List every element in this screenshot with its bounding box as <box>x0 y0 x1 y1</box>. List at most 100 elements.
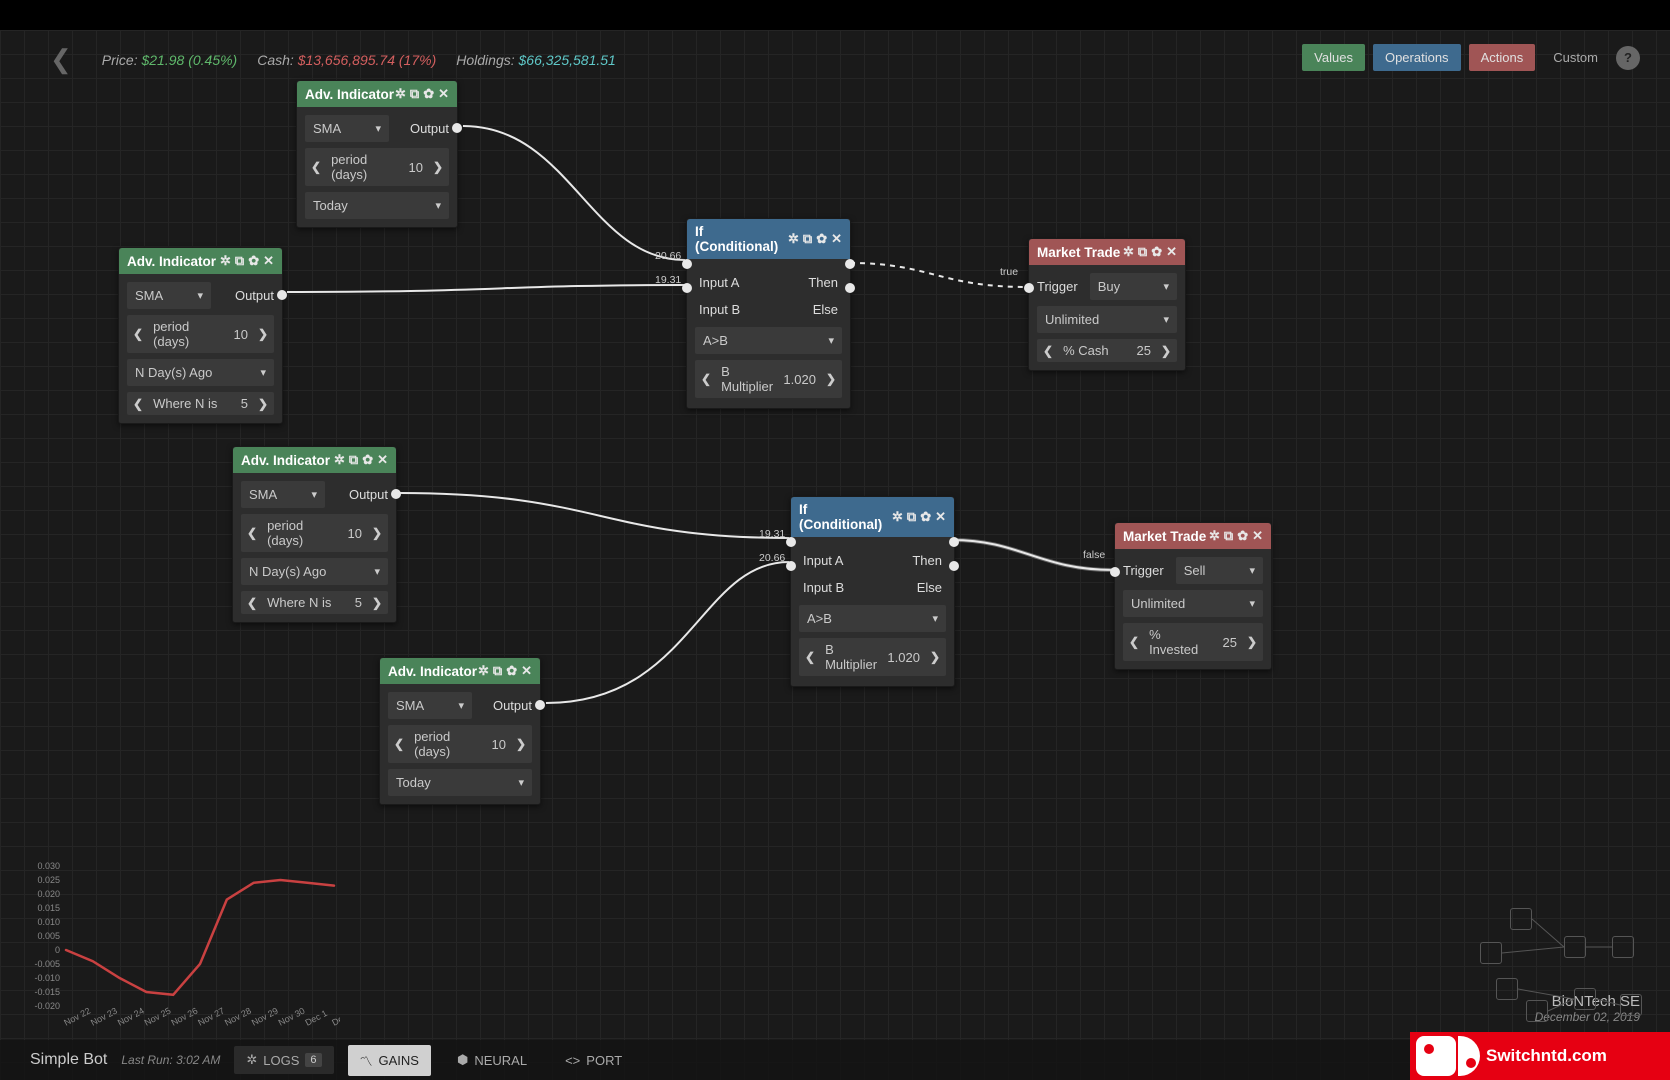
custom-button[interactable]: Custom <box>1543 44 1608 71</box>
close-icon[interactable]: ✕ <box>831 231 842 247</box>
copy-icon[interactable]: ⧉ <box>803 231 812 247</box>
input-b-port[interactable] <box>786 561 796 571</box>
bug-icon[interactable]: ✲ <box>334 452 345 468</box>
output-port[interactable] <box>277 290 287 300</box>
chevron-left-icon[interactable]: ❮ <box>247 526 257 540</box>
node-header[interactable]: Market Trade ✲ ⧉ ✿ ✕ <box>1029 239 1185 265</box>
node-adv-indicator-2[interactable]: Adv. Indicator ✲ ⧉ ✿ ✕ SMA ▾ Output ❮ pe… <box>118 247 283 424</box>
node-market-trade-buy[interactable]: Market Trade ✲ ⧉ ✿ ✕ Trigger Buy ▾ Unlim… <box>1028 238 1186 371</box>
back-chevron-icon[interactable]: ❮ <box>50 44 72 75</box>
chevron-right-icon[interactable]: ❯ <box>372 596 382 610</box>
copy-icon[interactable]: ⧉ <box>1138 244 1147 260</box>
chevron-left-icon[interactable]: ❮ <box>805 650 815 664</box>
gear-icon[interactable]: ✿ <box>1237 528 1248 544</box>
gear-icon[interactable]: ✿ <box>362 452 373 468</box>
side-select[interactable]: Sell ▾ <box>1176 557 1263 584</box>
close-icon[interactable]: ✕ <box>1252 528 1263 544</box>
node-adv-indicator-3[interactable]: Adv. Indicator ✲ ⧉ ✿ ✕ SMA ▾ Output ❮ pe… <box>232 446 397 623</box>
chevron-left-icon[interactable]: ❮ <box>247 596 257 610</box>
chevron-left-icon[interactable]: ❮ <box>133 397 143 411</box>
else-port[interactable] <box>949 561 959 571</box>
node-header[interactable]: If (Conditional) ✲ ⧉ ✿ ✕ <box>687 219 850 259</box>
close-icon[interactable]: ✕ <box>438 86 449 102</box>
operations-button[interactable]: Operations <box>1373 44 1461 71</box>
close-icon[interactable]: ✕ <box>935 509 946 525</box>
close-icon[interactable]: ✕ <box>521 663 532 679</box>
gear-icon[interactable]: ✿ <box>506 663 517 679</box>
actions-button[interactable]: Actions <box>1469 44 1536 71</box>
b-multiplier-stepper[interactable]: ❮ B Multiplier 1.020 ❯ <box>799 638 946 676</box>
chevron-left-icon[interactable]: ❮ <box>1043 344 1053 358</box>
node-header[interactable]: If (Conditional) ✲ ⧉ ✿ ✕ <box>791 497 954 537</box>
output-port[interactable] <box>452 123 462 133</box>
node-market-trade-sell[interactable]: Market Trade ✲ ⧉ ✿ ✕ Trigger Sell ▾ Unli… <box>1114 522 1272 670</box>
chevron-right-icon[interactable]: ❯ <box>433 160 443 174</box>
input-a-port[interactable] <box>682 259 692 269</box>
where-n-stepper[interactable]: ❮ Where N is 5 ❯ <box>241 591 388 614</box>
chevron-right-icon[interactable]: ❯ <box>516 737 526 751</box>
gear-icon[interactable]: ✿ <box>1151 244 1162 260</box>
help-icon[interactable]: ? <box>1616 46 1640 70</box>
copy-icon[interactable]: ⧉ <box>1224 528 1233 544</box>
bug-icon[interactable]: ✲ <box>478 663 489 679</box>
alloc-stepper[interactable]: ❮ % Invested 25 ❯ <box>1123 623 1263 661</box>
copy-icon[interactable]: ⧉ <box>349 452 358 468</box>
period-stepper[interactable]: ❮ period (days) 10 ❯ <box>388 725 532 763</box>
bug-icon[interactable]: ✲ <box>1123 244 1134 260</box>
chevron-right-icon[interactable]: ❯ <box>1161 344 1171 358</box>
where-n-stepper[interactable]: ❮ Where N is 5 ❯ <box>127 392 274 415</box>
gear-icon[interactable]: ✿ <box>248 253 259 269</box>
copy-icon[interactable]: ⧉ <box>410 86 419 102</box>
period-stepper[interactable]: ❮ period (days) 10 ❯ <box>305 148 449 186</box>
chevron-left-icon[interactable]: ❮ <box>311 160 321 174</box>
period-stepper[interactable]: ❮ period (days) 10 ❯ <box>127 315 274 353</box>
input-b-port[interactable] <box>682 283 692 293</box>
copy-icon[interactable]: ⧉ <box>493 663 502 679</box>
node-header[interactable]: Adv. Indicator ✲ ⧉ ✿ ✕ <box>233 447 396 473</box>
op-select[interactable]: A>B ▾ <box>799 605 946 632</box>
indicator-type-select[interactable]: SMA ▾ <box>241 481 325 508</box>
bug-icon[interactable]: ✲ <box>220 253 231 269</box>
bug-icon[interactable]: ✲ <box>892 509 903 525</box>
chevron-left-icon[interactable]: ❮ <box>701 372 711 386</box>
chevron-right-icon[interactable]: ❯ <box>258 327 268 341</box>
alloc-stepper[interactable]: ❮ % Cash 25 ❯ <box>1037 339 1177 362</box>
when-select[interactable]: N Day(s) Ago ▾ <box>127 359 274 386</box>
gear-icon[interactable]: ✿ <box>423 86 434 102</box>
then-port[interactable] <box>949 537 959 547</box>
tab-logs[interactable]: ✲ LOGS 6 <box>234 1046 333 1074</box>
chevron-right-icon[interactable]: ❯ <box>1247 635 1257 649</box>
tab-port[interactable]: <> PORT <box>553 1047 634 1074</box>
gear-icon[interactable]: ✿ <box>920 509 931 525</box>
when-select[interactable]: Today ▾ <box>388 769 532 796</box>
node-header[interactable]: Adv. Indicator ✲ ⧉ ✿ ✕ <box>297 81 457 107</box>
chevron-left-icon[interactable]: ❮ <box>1129 635 1139 649</box>
chevron-left-icon[interactable]: ❮ <box>133 327 143 341</box>
chevron-right-icon[interactable]: ❯ <box>258 397 268 411</box>
node-if-conditional-2[interactable]: If (Conditional) ✲ ⧉ ✿ ✕ Input A Then In… <box>790 496 955 687</box>
op-select[interactable]: A>B ▾ <box>695 327 842 354</box>
bug-icon[interactable]: ✲ <box>395 86 406 102</box>
output-port[interactable] <box>535 700 545 710</box>
close-icon[interactable]: ✕ <box>1166 244 1177 260</box>
node-if-conditional-1[interactable]: If (Conditional) ✲ ⧉ ✿ ✕ Input A Then In… <box>686 218 851 409</box>
tab-neural[interactable]: ⬢ NEURAL <box>445 1046 539 1074</box>
indicator-type-select[interactable]: SMA ▾ <box>305 115 389 142</box>
node-adv-indicator-4[interactable]: Adv. Indicator ✲ ⧉ ✿ ✕ SMA ▾ Output ❮ pe… <box>379 657 541 805</box>
close-icon[interactable]: ✕ <box>377 452 388 468</box>
indicator-type-select[interactable]: SMA ▾ <box>388 692 472 719</box>
close-icon[interactable]: ✕ <box>263 253 274 269</box>
period-stepper[interactable]: ❮ period (days) 10 ❯ <box>241 514 388 552</box>
qty-select[interactable]: Unlimited ▾ <box>1037 306 1177 333</box>
chevron-right-icon[interactable]: ❯ <box>372 526 382 540</box>
copy-icon[interactable]: ⧉ <box>235 253 244 269</box>
node-adv-indicator-1[interactable]: Adv. Indicator ✲ ⧉ ✿ ✕ SMA ▾ Output ❮ pe… <box>296 80 458 228</box>
values-button[interactable]: Values <box>1302 44 1365 71</box>
qty-select[interactable]: Unlimited ▾ <box>1123 590 1263 617</box>
trigger-port[interactable] <box>1024 283 1034 293</box>
side-select[interactable]: Buy ▾ <box>1090 273 1177 300</box>
chevron-right-icon[interactable]: ❯ <box>930 650 940 664</box>
indicator-type-select[interactable]: SMA ▾ <box>127 282 211 309</box>
when-select[interactable]: Today ▾ <box>305 192 449 219</box>
minimap[interactable] <box>1480 908 1640 1018</box>
